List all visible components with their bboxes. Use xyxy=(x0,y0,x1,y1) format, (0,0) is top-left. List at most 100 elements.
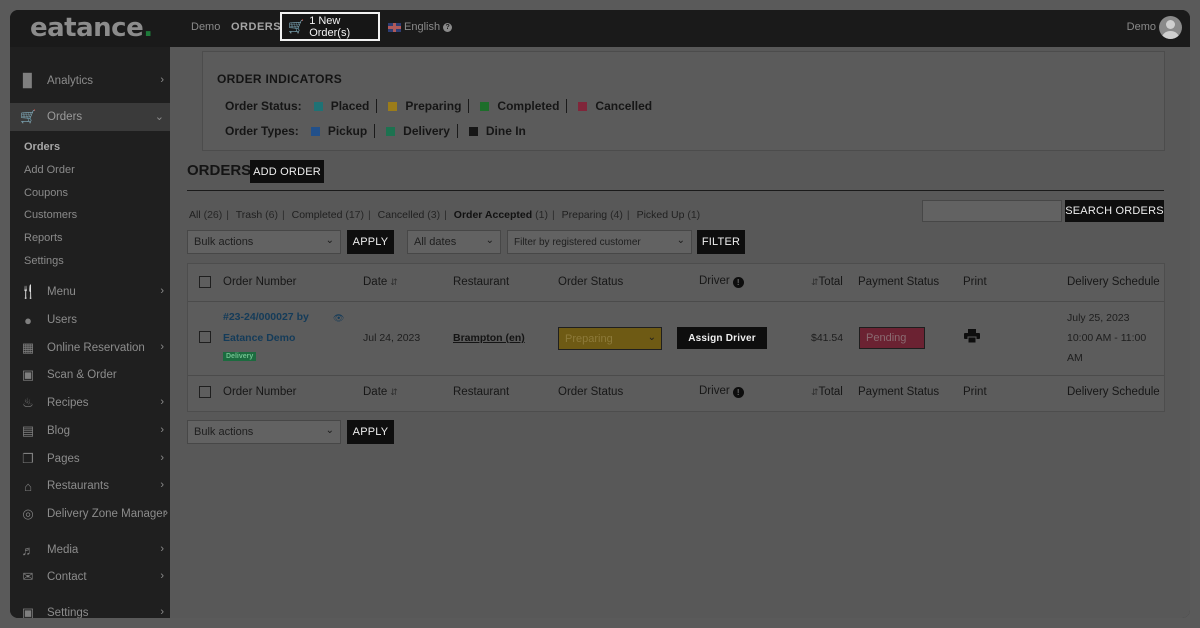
search-input[interactable] xyxy=(922,200,1062,222)
bulk-actions-select[interactable]: Bulk actions ⌄ xyxy=(187,230,341,254)
chevron-down-icon: ⌄ xyxy=(676,235,685,246)
sidebar-item-scan-order[interactable]: ▣ Scan & Order xyxy=(10,361,170,389)
sidebar-item-delivery-zone-manager[interactable]: ◎ Delivery Zone Manager › xyxy=(10,500,170,528)
add-order-button[interactable]: ADD ORDER xyxy=(250,160,324,183)
sidebar-item-pages[interactable]: ❐ Pages › xyxy=(10,445,170,473)
app-window: eatance. Demo ORDERS 🛒 1 New Order(s) En… xyxy=(10,10,1190,618)
filter-completed[interactable]: Completed (17) xyxy=(292,209,364,221)
logo[interactable]: eatance. xyxy=(30,13,153,43)
submenu-coupons[interactable]: Coupons xyxy=(24,187,68,199)
chevron-right-icon: › xyxy=(160,479,164,491)
info-icon: ! xyxy=(732,277,744,288)
assign-driver-button[interactable]: Assign Driver xyxy=(677,327,767,349)
chart-bar-icon: ▉ xyxy=(23,73,33,88)
apply-button-bottom[interactable]: APPLY xyxy=(347,420,394,444)
chevron-down-icon: ⌄ xyxy=(154,111,164,123)
chevron-right-icon: › xyxy=(160,543,164,555)
chevron-down-icon: ⌄ xyxy=(647,332,656,343)
pickup-swatch xyxy=(310,126,320,136)
new-orders-label: 1 New Order(s) xyxy=(309,14,351,39)
print-icon[interactable] xyxy=(964,329,980,343)
column-header-delivery-schedule: Delivery Schedule xyxy=(1067,276,1160,288)
column-footer-driver: Driver! xyxy=(699,385,744,398)
avatar[interactable] xyxy=(1159,16,1182,39)
filter-all[interactable]: All (26) xyxy=(189,209,222,221)
chevron-right-icon: › xyxy=(160,452,164,464)
qr-icon: ▣ xyxy=(21,367,35,382)
submenu-add-order[interactable]: Add Order xyxy=(24,164,75,176)
restaurant-link[interactable]: Brampton (en) xyxy=(453,332,525,344)
calendar-icon: ▦ xyxy=(21,340,35,355)
column-header-payment-status: Payment Status xyxy=(858,276,940,288)
column-footer-order-number[interactable]: Order Number xyxy=(223,386,297,398)
help-icon: ? xyxy=(443,22,453,32)
schedule-time: 10:00 AM - 11:00 xyxy=(1067,332,1147,344)
chevron-right-icon: › xyxy=(160,396,164,408)
demo-link[interactable]: Demo xyxy=(191,21,220,33)
eye-icon[interactable]: 👁 xyxy=(333,313,344,324)
chevron-down-icon: ⌄ xyxy=(325,425,334,436)
filter-picked-up[interactable]: Picked Up (1) xyxy=(637,209,701,221)
order-number-link[interactable]: #23-24/000027 by xyxy=(223,311,309,323)
column-header-date[interactable]: Date ⇵ xyxy=(363,276,398,288)
sort-icon: ⇵ xyxy=(811,277,819,287)
column-footer-total[interactable]: ⇵Total xyxy=(808,386,843,398)
sidebar-item-orders[interactable]: 🛒 Orders ⌄ xyxy=(10,103,170,131)
sidebar-item-blog[interactable]: ▤ Blog › xyxy=(10,417,170,445)
sidebar-item-restaurants[interactable]: ⌂ Restaurants › xyxy=(10,472,170,500)
column-header-order-number[interactable]: Order Number xyxy=(223,276,297,288)
submenu-settings[interactable]: Settings xyxy=(24,255,64,267)
column-footer-print: Print xyxy=(963,386,987,398)
sort-icon: ⇵ xyxy=(811,387,819,397)
search-orders-button[interactable]: SEARCH ORDERS xyxy=(1065,200,1164,222)
orders-link[interactable]: ORDERS xyxy=(231,21,281,33)
main-content: ORDER INDICATORS Order Status: Placed Pr… xyxy=(170,47,1190,618)
row-checkbox[interactable] xyxy=(199,331,211,343)
bulk-actions-select-bottom[interactable]: Bulk actions ⌄ xyxy=(187,420,341,444)
chevron-right-icon: › xyxy=(160,285,164,297)
chevron-down-icon: ⌄ xyxy=(485,235,494,246)
indicators-title: ORDER INDICATORS xyxy=(217,72,343,86)
new-orders-button[interactable]: 🛒 1 New Order(s) xyxy=(280,12,380,41)
select-all-checkbox[interactable] xyxy=(199,276,211,288)
newspaper-icon: ▤ xyxy=(21,423,35,438)
select-all-checkbox-footer[interactable] xyxy=(199,386,211,398)
cart-icon: 🛒 xyxy=(20,109,37,124)
envelope-icon: ✉ xyxy=(22,569,34,584)
apply-button[interactable]: APPLY xyxy=(347,230,394,254)
user-menu-label[interactable]: Demo xyxy=(1127,21,1156,33)
column-footer-date[interactable]: Date ⇵ xyxy=(363,386,398,398)
submenu-reports[interactable]: Reports xyxy=(24,232,63,244)
column-header-order-status: Order Status xyxy=(558,276,624,288)
filter-button[interactable]: FILTER xyxy=(697,230,745,254)
sidebar-item-media[interactable]: ♬ Media › xyxy=(10,536,170,564)
filter-trash[interactable]: Trash (6) xyxy=(236,209,278,221)
filter-preparing[interactable]: Preparing (4) xyxy=(562,209,623,221)
customer-link[interactable]: Eatance Demo xyxy=(223,332,295,344)
order-status-select[interactable]: Preparing ⌄ xyxy=(558,327,662,350)
divider xyxy=(187,190,1164,191)
order-total: $41.54 xyxy=(811,332,844,344)
submenu-orders[interactable]: Orders xyxy=(24,141,60,153)
sidebar-item-menu[interactable]: 🍴 Menu › xyxy=(10,278,170,306)
sidebar-item-analytics[interactable]: ▉ Analytics › xyxy=(10,67,170,95)
filter-cancelled[interactable]: Cancelled (3) xyxy=(378,209,440,221)
sidebar-item-recipes[interactable]: ♨ Recipes › xyxy=(10,389,170,417)
dates-select[interactable]: All dates ⌄ xyxy=(407,230,501,254)
sidebar-item-settings[interactable]: ▣ Settings › xyxy=(10,599,170,618)
media-icon: ♬ xyxy=(21,542,35,558)
customer-filter-select[interactable]: Filter by registered customer ⌄ xyxy=(507,230,692,254)
status-filter-links: All (26) | Trash (6) | Completed (17) | Can… xyxy=(189,209,701,221)
filter-order-accepted[interactable]: Order Accepted (1) xyxy=(454,209,548,221)
sidebar-item-users[interactable]: ● Users xyxy=(10,306,170,334)
sidebar-item-contact[interactable]: ✉ Contact › xyxy=(10,563,170,591)
column-header-total[interactable]: ⇵Total xyxy=(808,276,843,288)
cooking-pot-icon: ♨ xyxy=(22,395,34,410)
chevron-right-icon: › xyxy=(160,424,164,436)
chevron-right-icon: › xyxy=(160,570,164,582)
globe-icon: ◎ xyxy=(22,506,34,521)
submenu-customers[interactable]: Customers xyxy=(24,209,77,221)
language-selector[interactable]: English? xyxy=(388,21,453,33)
sidebar-item-online-reservation[interactable]: ▦ Online Reservation › xyxy=(10,334,170,362)
chevron-right-icon: › xyxy=(160,341,164,353)
